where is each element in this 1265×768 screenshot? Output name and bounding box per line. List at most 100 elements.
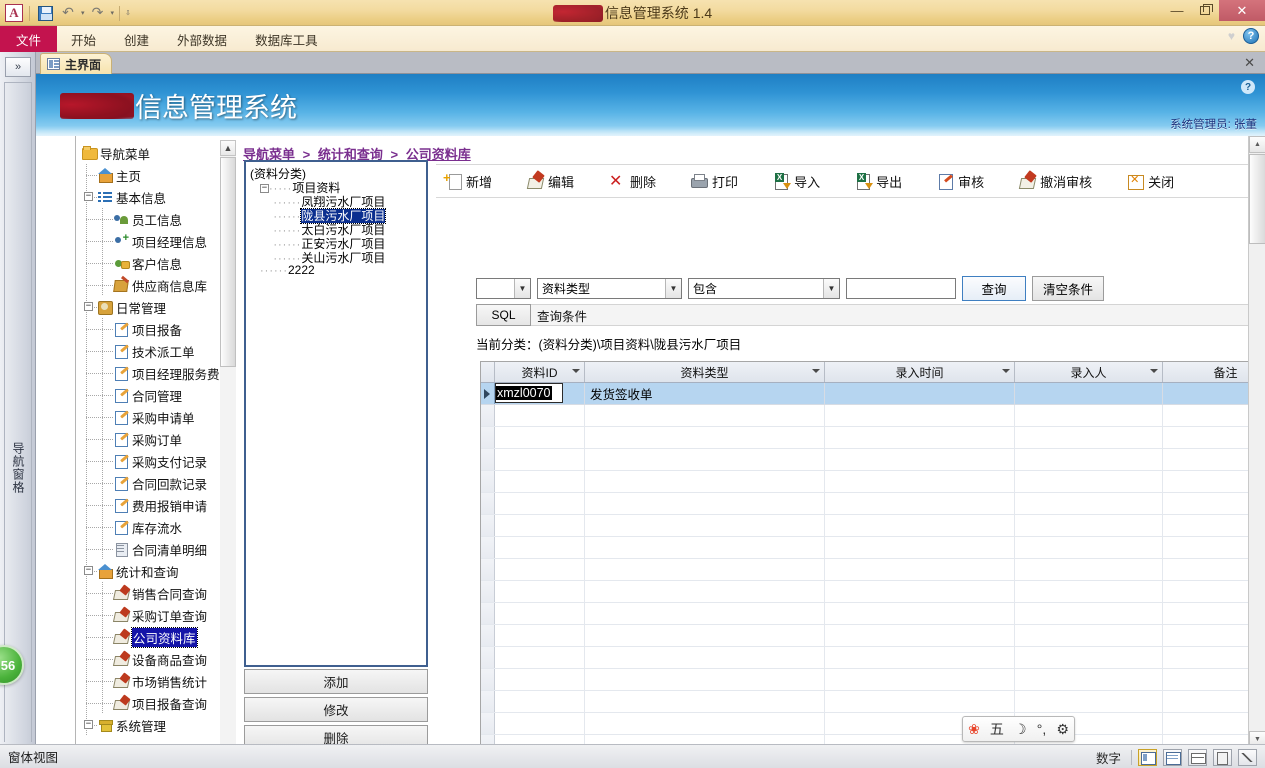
design-view-icon[interactable] [1238, 748, 1257, 766]
moon-icon[interactable]: ☽ [1014, 721, 1027, 738]
category-tree[interactable]: (资料分类) − ·····项目资料 ······凤翔污水厂项目 ······陇县… [244, 160, 428, 667]
sidebar-item-11[interactable]: 合同管理 [76, 384, 236, 406]
table-row-empty[interactable] [481, 647, 1265, 669]
sidebar-item-19[interactable]: − 统计和查询 [76, 560, 236, 582]
form-view-icon[interactable] [1138, 748, 1157, 766]
sidebar-item-25[interactable]: 项目报备查询 [76, 692, 236, 714]
table-row[interactable]: xmzl0070 发货签收单 [481, 383, 1265, 405]
punctuation-icon[interactable]: °, [1037, 721, 1047, 737]
sidebar-item-4[interactable]: 项目经理信息 [76, 230, 236, 252]
sidebar-item-16[interactable]: 费用报销申请 [76, 494, 236, 516]
tab-file[interactable]: 文件 [0, 26, 58, 52]
sidebar-item-3[interactable]: 员工信息 [76, 208, 236, 230]
sidebar-item-22[interactable]: 公司资料库 [76, 626, 236, 648]
scroll-thumb[interactable] [1249, 154, 1265, 244]
table-row-empty[interactable] [481, 449, 1265, 471]
table-row-empty[interactable] [481, 471, 1265, 493]
gear-icon[interactable]: ⚙ [1056, 721, 1069, 738]
sidebar-item-6[interactable]: 供应商信息库 [76, 274, 236, 296]
import-button[interactable]: 导入 [772, 172, 820, 191]
paw-icon[interactable]: ❀ [968, 721, 980, 738]
table-row-empty[interactable] [481, 603, 1265, 625]
operator-select[interactable]: 包含 ▼ [688, 278, 840, 299]
ribbon-right-controls[interactable]: ♥ ? [1228, 28, 1259, 44]
navigation-pane-collapsed[interactable]: » 导航窗格 [0, 52, 36, 748]
form-vertical-scrollbar[interactable]: ▲ ▼ [1248, 136, 1265, 748]
chevron-down-icon[interactable]: ▼ [823, 279, 839, 298]
scroll-up-icon[interactable]: ▲ [220, 140, 236, 156]
print-button[interactable]: 打印 [690, 172, 738, 191]
collapse-ribbon-icon[interactable]: ♥ [1228, 29, 1235, 43]
logic-operator-select[interactable]: ▼ [476, 278, 531, 299]
minimize-button[interactable]: — [1163, 0, 1191, 21]
category-node-2[interactable]: ······凤翔污水厂项目 [248, 192, 426, 209]
sidebar-item-9[interactable]: 技术派工单 [76, 340, 236, 362]
quick-access-toolbar[interactable]: A ↶ ▾ ↷ ▾ ⇩ [4, 2, 131, 24]
sidebar-item-2[interactable]: − 基本信息 [76, 186, 236, 208]
chevron-down-icon[interactable] [812, 369, 820, 373]
query-filter-row[interactable]: ▼ 资料类型 ▼ 包含 ▼ 查询 清空条件 [476, 276, 1104, 301]
audit-button[interactable]: 审核 [936, 172, 984, 191]
cell-editor[interactable]: xmzl0070 [495, 383, 563, 403]
cell-user[interactable] [1015, 383, 1163, 404]
search-button[interactable]: 查询 [962, 276, 1026, 301]
scroll-up-icon[interactable]: ▲ [1249, 136, 1265, 153]
chevron-down-icon[interactable]: ▼ [514, 279, 530, 298]
sql-row[interactable]: SQL 查询条件 [476, 304, 1265, 326]
chevron-down-icon[interactable] [1150, 369, 1158, 373]
new-button[interactable]: 新增 [443, 170, 492, 191]
help-icon[interactable]: ? [1243, 28, 1259, 44]
pivot-table-icon[interactable] [1188, 748, 1207, 766]
restore-button[interactable] [1191, 0, 1219, 21]
close-button[interactable]: 关闭 [1126, 172, 1174, 191]
undo-dropdown-icon[interactable]: ▾ [81, 9, 85, 17]
tree-expander-icon[interactable]: − [84, 720, 93, 729]
edit-category-button[interactable]: 修改 [244, 697, 428, 722]
close-document-icon[interactable]: ✕ [1244, 55, 1255, 71]
tab-database-tools[interactable]: 数据库工具 [241, 26, 332, 52]
scroll-thumb[interactable] [220, 157, 236, 367]
table-row-empty[interactable] [481, 515, 1265, 537]
status-right-group[interactable]: 数字 [1096, 745, 1257, 768]
table-row-empty[interactable] [481, 493, 1265, 515]
sidebar-item-26[interactable]: − 系统管理 [76, 714, 236, 736]
tab-home[interactable]: 开始 [57, 26, 110, 52]
add-category-button[interactable]: 添加 [244, 669, 428, 694]
column-header-user[interactable]: 录入人 [1015, 362, 1163, 382]
ime-toolbar[interactable]: ❀ 五 ☽ °, ⚙ [962, 716, 1075, 742]
column-header-id[interactable]: 资料ID [495, 362, 585, 382]
category-node-1[interactable]: − ·····项目资料 [248, 178, 426, 195]
cell-type[interactable]: 发货签收单 [585, 383, 825, 404]
sidebar-item-1[interactable]: 主页 [76, 164, 236, 186]
sidebar-item-14[interactable]: 采购支付记录 [76, 450, 236, 472]
unaudit-button[interactable]: 撤消审核 [1018, 172, 1092, 191]
sidebar-item-18[interactable]: 合同清单明细 [76, 538, 236, 560]
sidebar-item-17[interactable]: 库存流水 [76, 516, 236, 538]
export-button[interactable]: 导出 [854, 172, 902, 191]
layout-view-icon[interactable] [1213, 748, 1232, 766]
category-node-5[interactable]: ······正安污水厂项目 [248, 234, 426, 251]
customize-qat-icon[interactable]: ⇩ [125, 9, 131, 17]
category-node-7[interactable]: ······2222 [248, 262, 426, 277]
table-row-empty[interactable] [481, 691, 1265, 713]
sidebar-item-5[interactable]: 客户信息 [76, 252, 236, 274]
table-row-empty[interactable] [481, 405, 1265, 427]
sidebar-item-20[interactable]: 销售合同查询 [76, 582, 236, 604]
ribbon-tabs[interactable]: 文件 开始 创建 外部数据 数据库工具 [0, 26, 1265, 52]
sidebar-item-7[interactable]: − 日常管理 [76, 296, 236, 318]
window-controls[interactable]: — ✕ [1163, 0, 1265, 26]
category-node-4[interactable]: ······太白污水厂项目 [248, 220, 426, 237]
tab-external-data[interactable]: 外部数据 [163, 26, 241, 52]
banner-help-icon[interactable]: ? [1241, 80, 1255, 94]
sql-condition-text[interactable]: 查询条件 [531, 304, 1265, 326]
sidebar-item-0[interactable]: 导航菜单 [76, 142, 236, 164]
table-row-empty[interactable] [481, 669, 1265, 691]
chevron-down-icon[interactable]: ▼ [665, 279, 681, 298]
category-node-0[interactable]: (资料分类) [248, 164, 426, 181]
document-tab-main[interactable]: 主界面 [40, 53, 113, 74]
close-button[interactable]: ✕ [1219, 0, 1265, 21]
category-tree-buttons[interactable]: 添加 修改 删除 [244, 669, 428, 748]
column-header-time[interactable]: 录入时间 [825, 362, 1015, 382]
clear-conditions-button[interactable]: 清空条件 [1032, 276, 1104, 301]
table-row-empty[interactable] [481, 625, 1265, 647]
